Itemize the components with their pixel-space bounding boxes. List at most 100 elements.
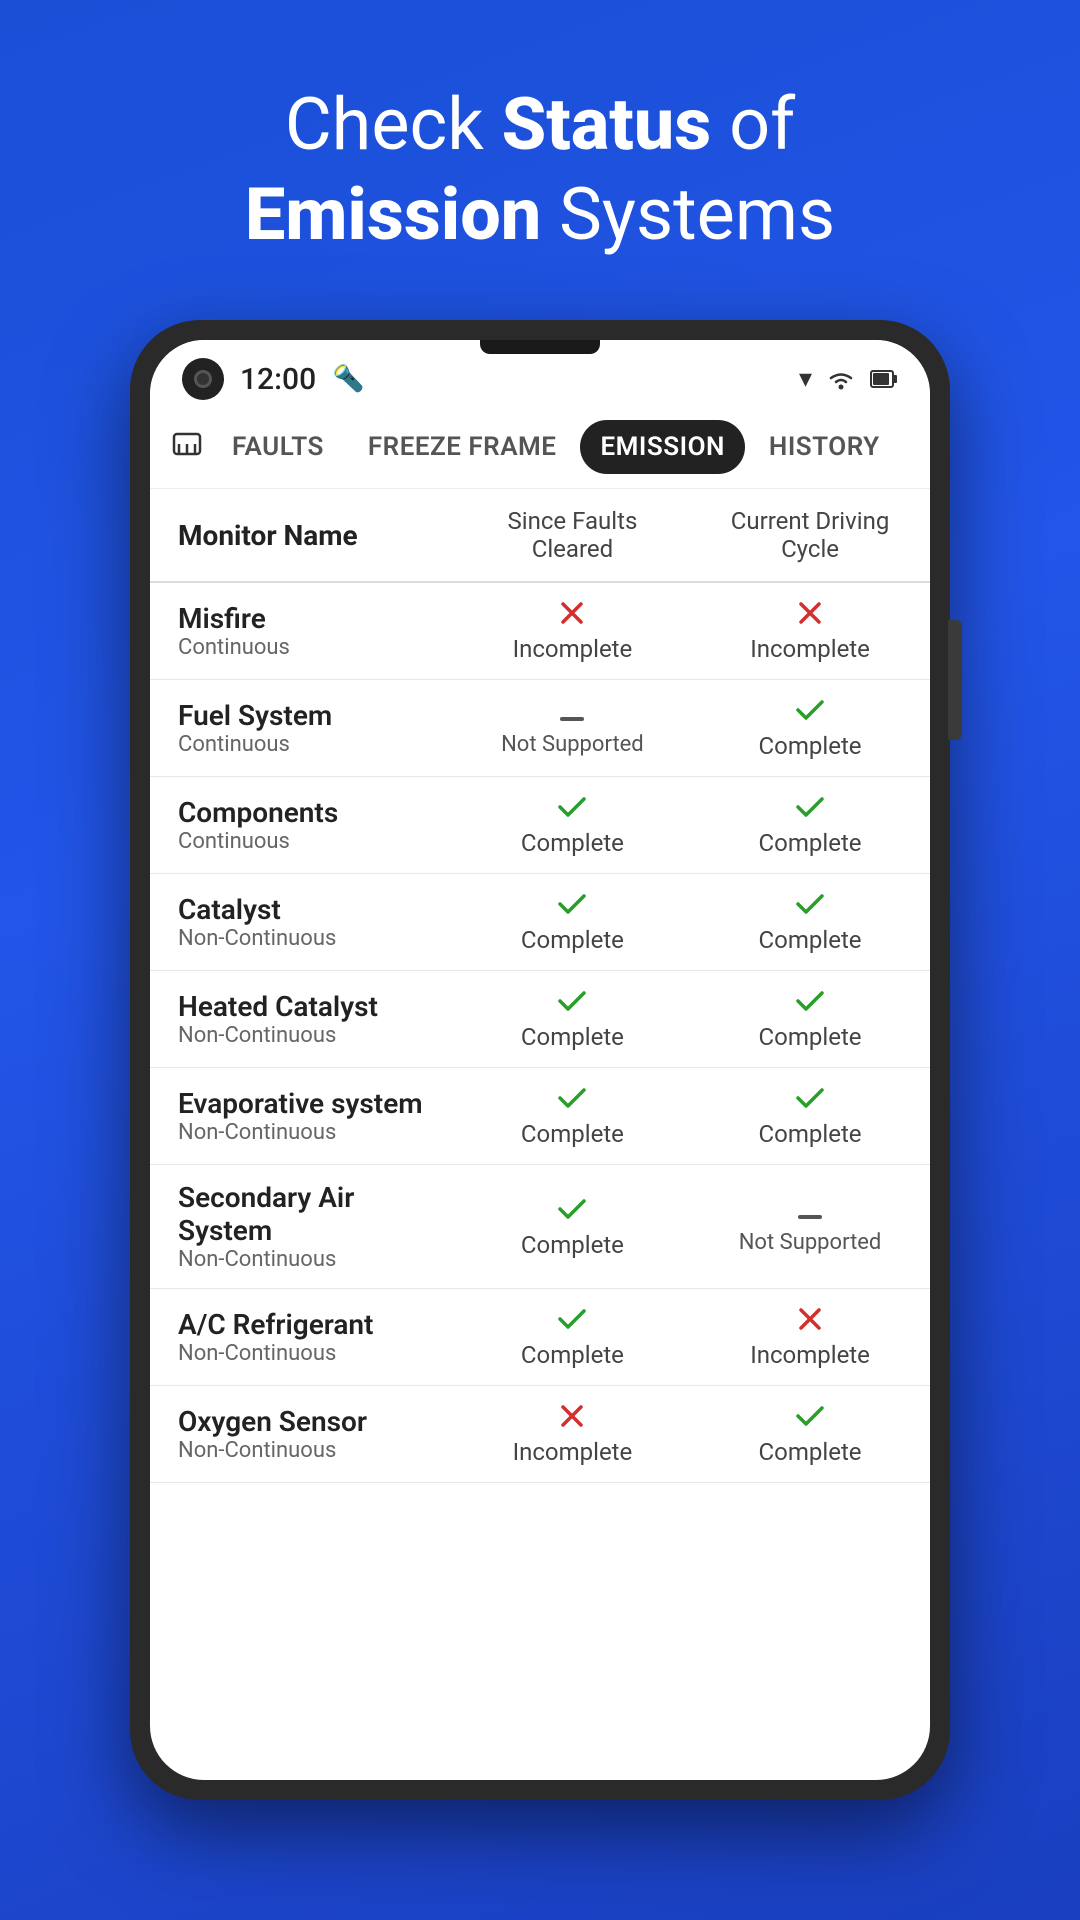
status-icon: [797, 1305, 823, 1337]
monitor-name: Catalyst: [178, 893, 439, 926]
current-driving-cell: Incomplete: [690, 1289, 930, 1386]
status-cell: Complete: [471, 890, 674, 954]
status-text: Complete: [521, 1231, 624, 1259]
status-icon: [795, 890, 825, 922]
status-text: Complete: [521, 829, 624, 857]
monitor-name-cell: ComponentsContinuous: [150, 777, 455, 874]
tab-faults[interactable]: Faults: [212, 420, 344, 474]
col-monitor-name: Monitor Name: [150, 489, 455, 582]
status-cell: Incomplete: [706, 1305, 914, 1369]
table-row: Evaporative systemNon-ContinuousComplete…: [150, 1068, 930, 1165]
tab-freeze-frame[interactable]: Freeze Frame: [348, 420, 577, 474]
camera-lens: [194, 370, 212, 388]
phone-notch: [480, 340, 600, 354]
tab-history[interactable]: History: [749, 420, 900, 474]
table-row: Oxygen SensorNon-Continuous Incomplete Com…: [150, 1386, 930, 1483]
phone-device: 12:00 🔦 ▾: [130, 320, 950, 1800]
current-driving-cell: Complete: [690, 1386, 930, 1483]
status-icon: [795, 696, 825, 728]
monitor-name-cell: MisfireContinuous: [150, 582, 455, 680]
monitor-name: Heated Catalyst: [178, 990, 439, 1023]
status-cell: Complete: [706, 696, 914, 760]
phone-screen: 12:00 🔦 ▾: [150, 340, 930, 1780]
battery-icon: [870, 368, 898, 390]
monitor-name-cell: Heated CatalystNon-Continuous: [150, 971, 455, 1068]
status-icon: [557, 1084, 587, 1116]
monitor-name: Oxygen Sensor: [178, 1405, 439, 1438]
monitor-name-cell: Evaporative systemNon-Continuous: [150, 1068, 455, 1165]
current-driving-cell: Incomplete: [690, 582, 930, 680]
since-faults-cell: Complete: [455, 1165, 690, 1289]
monitor-type: Non-Continuous: [178, 1120, 439, 1145]
monitor-name-cell: Oxygen SensorNon-Continuous: [150, 1386, 455, 1483]
status-cell: Not Supported: [471, 700, 674, 757]
monitor-name: Components: [178, 796, 439, 829]
table-body: MisfireContinuousIncompleteIncompleteFue…: [150, 582, 930, 1483]
status-text: Incomplete: [513, 1438, 633, 1466]
tab-emission[interactable]: Emission: [580, 420, 744, 474]
monitor-type: Continuous: [178, 635, 439, 660]
current-driving-cell: Not Supported: [690, 1165, 930, 1289]
monitor-type: Non-Continuous: [178, 1247, 439, 1272]
status-cell: Not Supported: [706, 1198, 914, 1255]
status-cell: Complete: [471, 1305, 674, 1369]
status-icon: [559, 599, 585, 631]
emission-table-container[interactable]: Monitor Name Since Faults Cleared Curren…: [150, 489, 930, 1780]
status-cell: Incomplete: [471, 1402, 674, 1466]
camera-icon: [182, 358, 224, 400]
hero-bold-emission: Emission: [245, 172, 541, 257]
monitor-type: Continuous: [178, 732, 439, 757]
status-icon: [557, 987, 587, 1019]
status-cell: Incomplete: [706, 599, 914, 663]
status-cell: Complete: [471, 793, 674, 857]
status-cell: Complete: [471, 1195, 674, 1259]
nav-tabs: Faults Freeze Frame Emission History: [150, 410, 930, 489]
status-icon: [557, 1305, 587, 1337]
status-cell: Complete: [706, 1084, 914, 1148]
status-text: Not Supported: [501, 732, 644, 757]
monitor-name: Evaporative system: [178, 1087, 439, 1120]
emission-table: Monitor Name Since Faults Cleared Curren…: [150, 489, 930, 1483]
table-row: A/C RefrigerantNon-Continuous Complete Inc…: [150, 1289, 930, 1386]
monitor-type: Non-Continuous: [178, 926, 439, 951]
status-text: Complete: [759, 1438, 862, 1466]
status-icon: [795, 793, 825, 825]
wifi-icon: ▾: [799, 364, 812, 394]
status-cell: Incomplete: [471, 599, 674, 663]
status-icon: [795, 1084, 825, 1116]
status-text: Complete: [759, 732, 862, 760]
status-icon: [557, 1195, 587, 1227]
status-text: Complete: [521, 926, 624, 954]
table-row: Fuel SystemContinuous Not Supported Comple…: [150, 680, 930, 777]
status-cell: Complete: [706, 890, 914, 954]
status-icon: [796, 1198, 824, 1226]
monitor-type: Non-Continuous: [178, 1023, 439, 1048]
table-row: CatalystNon-Continuous Complete Complete: [150, 874, 930, 971]
hero-line2: Emission Systems: [245, 172, 835, 257]
wifi-signal-icon: [826, 368, 856, 390]
status-icon: [795, 987, 825, 1019]
status-text: Complete: [759, 1120, 862, 1148]
status-cell: Complete: [471, 1084, 674, 1148]
monitor-type: Continuous: [178, 829, 439, 854]
current-driving-cell: Complete: [690, 680, 930, 777]
current-driving-cell: Complete: [690, 1068, 930, 1165]
current-driving-cell: Complete: [690, 971, 930, 1068]
monitor-name: Fuel System: [178, 699, 439, 732]
table-row: ComponentsContinuous Complete Complete: [150, 777, 930, 874]
status-text: Complete: [521, 1341, 624, 1369]
monitor-type: Non-Continuous: [178, 1341, 439, 1366]
since-faults-cell: Complete: [455, 874, 690, 971]
current-driving-cell: Complete: [690, 874, 930, 971]
col-since-faults: Since Faults Cleared: [455, 489, 690, 582]
status-text: Incomplete: [750, 635, 870, 663]
status-text: Complete: [759, 829, 862, 857]
status-text: Complete: [521, 1023, 624, 1051]
monitor-type: Non-Continuous: [178, 1438, 439, 1463]
status-left: 12:00 🔦: [182, 358, 365, 400]
monitor-name-cell: A/C RefrigerantNon-Continuous: [150, 1289, 455, 1386]
status-cell: Complete: [706, 987, 914, 1051]
table-row: Secondary Air SystemNon-ContinuousComple…: [150, 1165, 930, 1289]
since-faults-cell: Not Supported: [455, 680, 690, 777]
hero-heading: Check Status of Emission Systems: [185, 0, 895, 320]
